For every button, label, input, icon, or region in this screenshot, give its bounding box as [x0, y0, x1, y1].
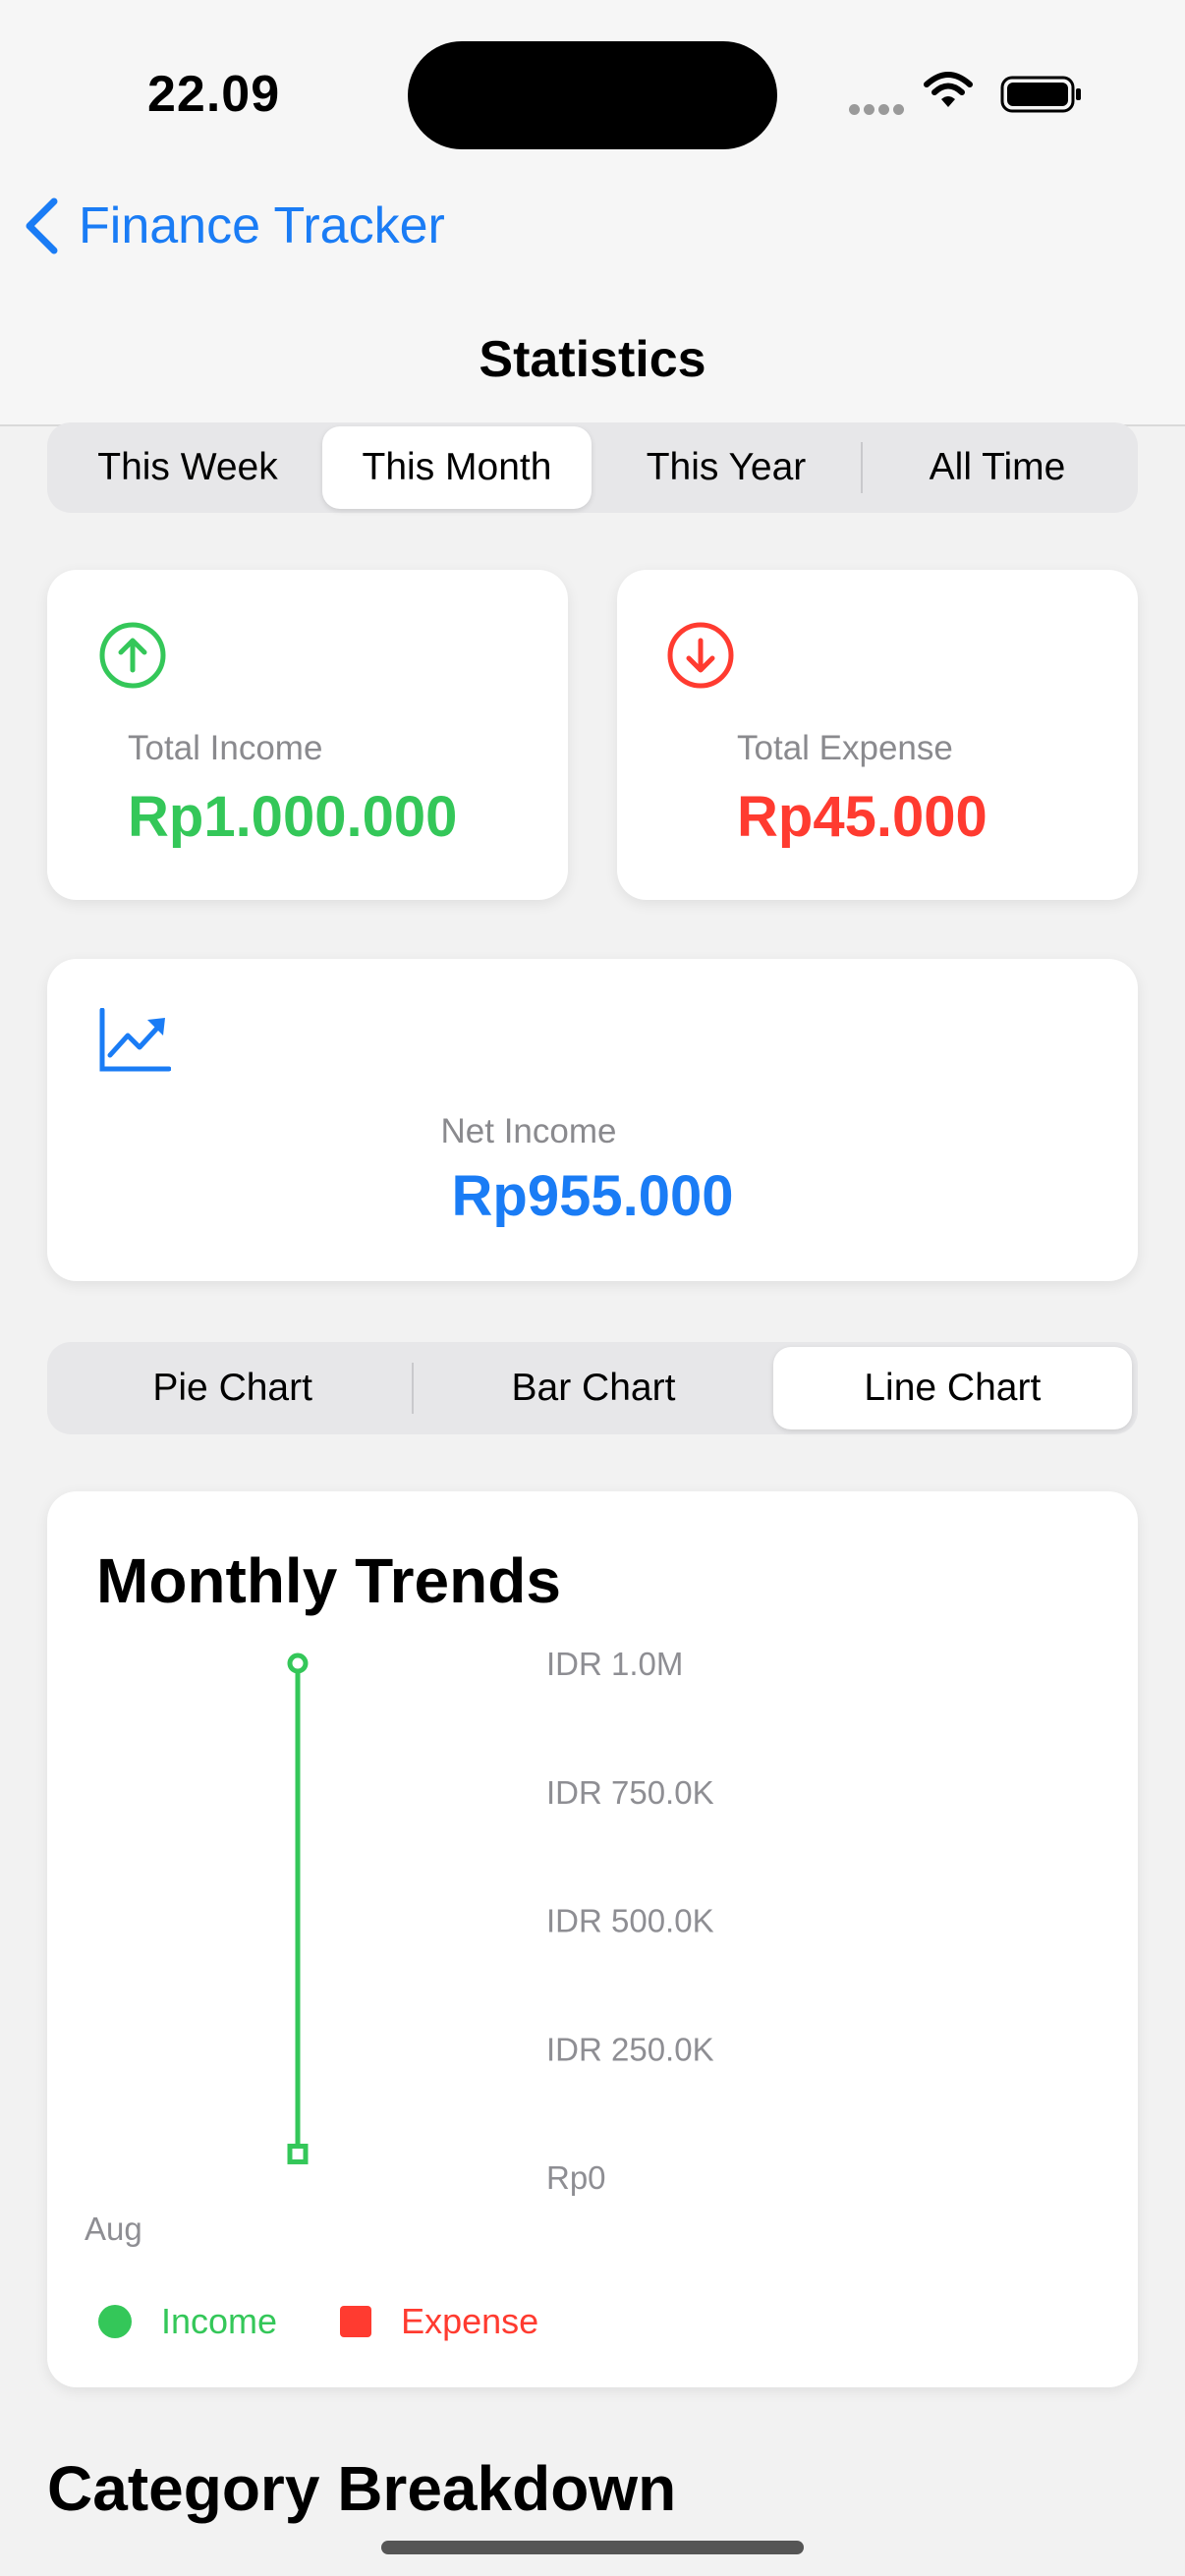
income-legend-label: Income: [161, 2301, 278, 2341]
period-segmented-control: This Week This Month This Year All Time: [47, 422, 1138, 513]
income-legend-swatch: [98, 2305, 132, 2338]
dynamic-island: [408, 41, 777, 149]
chevron-left-icon: [26, 197, 58, 254]
total-expense-label: Total Expense: [737, 729, 953, 767]
expense-legend-label: Expense: [401, 2301, 539, 2341]
total-income-value: Rp1.000.000: [128, 785, 458, 849]
total-income-card: Total Income Rp1.000.000: [47, 570, 568, 900]
tab-bar-chart[interactable]: Bar Chart: [414, 1347, 772, 1429]
chart-legend: Income Expense: [98, 2301, 538, 2342]
y-tick-label: IDR 250.0K: [546, 2031, 714, 2067]
net-income-label: Net Income: [440, 1112, 617, 1150]
expense-data-point: [287, 2143, 309, 2164]
total-expense-value: Rp45.000: [737, 785, 988, 849]
x-tick-label: Aug: [85, 2211, 142, 2247]
monthly-trends-card: Monthly Trends IDR 1.0M IDR 750.0K IDR 500…: [47, 1491, 1138, 2387]
net-income-value: Rp955.000: [451, 1164, 734, 1228]
net-income-card: Net Income Rp955.000: [47, 959, 1138, 1281]
tab-all-time[interactable]: All Time: [863, 426, 1132, 509]
back-button-label: Finance Tracker: [79, 197, 445, 254]
y-tick-label: IDR 750.0K: [546, 1774, 714, 1811]
chart-type-segmented-control: Pie Chart Bar Chart Line Chart: [47, 1342, 1138, 1434]
category-breakdown-title: Category Breakdown: [47, 2453, 677, 2524]
tab-this-month[interactable]: This Month: [322, 426, 592, 509]
trend-up-chart-icon: [99, 1008, 171, 1072]
battery-icon: [1000, 75, 1083, 119]
page-title: Statistics: [479, 331, 706, 388]
tab-this-year[interactable]: This Year: [592, 426, 861, 509]
home-indicator: [381, 2541, 804, 2554]
arrow-down-circle-icon: [667, 622, 734, 689]
status-time: 22.09: [147, 66, 281, 123]
y-tick-label: IDR 500.0K: [546, 1903, 714, 1939]
total-expense-card: Total Expense Rp45.000: [617, 570, 1138, 900]
total-income-label: Total Income: [128, 729, 323, 767]
wifi-icon: [924, 71, 973, 115]
cellular-signal-icon: [849, 102, 908, 120]
line-chart: IDR 1.0M IDR 750.0K IDR 500.0K IDR 250.0K Rp…: [85, 1646, 714, 2247]
y-tick-label: Rp0: [546, 2159, 606, 2196]
y-tick-label: IDR 1.0M: [546, 1646, 683, 1682]
tab-line-chart[interactable]: Line Chart: [772, 1347, 1132, 1429]
tab-this-week[interactable]: This Week: [53, 426, 322, 509]
income-data-point: [287, 1652, 309, 1674]
back-button[interactable]: Finance Tracker: [22, 196, 445, 255]
arrow-up-circle-icon: [99, 622, 166, 689]
expense-legend-swatch: [340, 2306, 372, 2337]
tab-pie-chart[interactable]: Pie Chart: [53, 1347, 412, 1429]
